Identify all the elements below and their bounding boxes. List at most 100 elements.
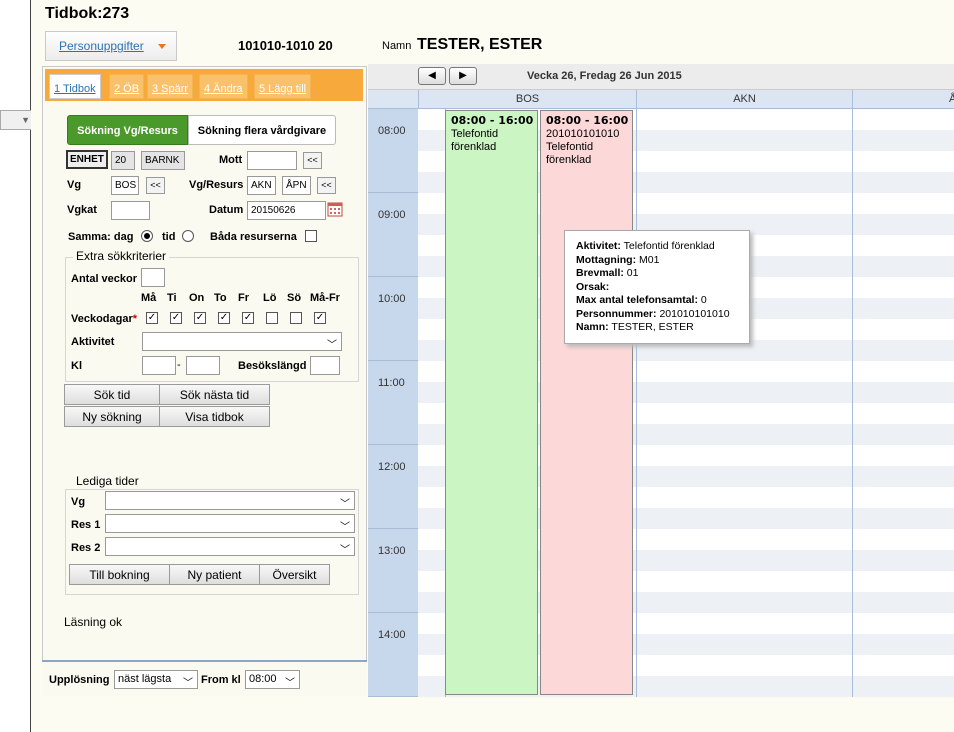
calendar-slot[interactable] [852,382,954,403]
weekday-checkbox[interactable] [290,312,302,324]
samma-dag-radio[interactable] [141,230,153,242]
calendar-slot[interactable] [636,130,852,151]
calendar-slot[interactable] [636,424,852,445]
lediga-vg-select[interactable]: ﹀ [105,491,355,510]
upplosning-select[interactable]: näst lägsta ﹀ [114,670,198,689]
weekday-checkbox[interactable]: ✓ [242,312,254,324]
calendar-slot[interactable] [636,676,852,697]
calendar-slot[interactable] [636,466,852,487]
calendar-slot[interactable] [852,256,954,277]
calendar-slot[interactable] [852,151,954,172]
kl-from-input[interactable] [142,356,176,375]
calendar-slot[interactable] [636,151,852,172]
calendar-slot[interactable] [852,172,954,193]
calendar-slot[interactable] [636,634,852,655]
calendar-slot[interactable] [636,445,852,466]
appointment-second[interactable]: 08:00 - 16:00 201010101010 Telefontid fö… [540,110,633,695]
calendar-slot[interactable] [852,277,954,298]
calendar-slot[interactable] [852,340,954,361]
calendar-slot[interactable] [852,130,954,151]
weekday-checkbox[interactable]: ✓ [170,312,182,324]
calendar-slot[interactable] [852,571,954,592]
oversikt-button[interactable]: Översikt [259,564,330,585]
vgresurs-lookup-button[interactable]: << [317,177,336,194]
kl-to-input[interactable] [186,356,220,375]
calendar-slot[interactable] [852,592,954,613]
vg-lookup-button[interactable]: << [146,177,165,194]
till-bokning-button[interactable]: Till bokning [69,564,170,585]
vgresurs-input-2[interactable]: ÅPN [282,176,311,195]
calendar-slot[interactable] [852,424,954,445]
calendar-slot[interactable] [636,172,852,193]
from-kl-select[interactable]: 08:00 ﹀ [245,670,300,689]
search-mode-multi[interactable]: Sökning flera vårdgivare [188,115,336,145]
mott-input[interactable] [247,151,297,170]
calendar-slot[interactable] [636,592,852,613]
calendar-slot[interactable] [852,487,954,508]
calendar-slot[interactable] [852,193,954,214]
calendar-slot[interactable] [852,445,954,466]
sok-nasta-tid-button[interactable]: Sök nästa tid [159,384,270,405]
calendar-slot[interactable] [636,382,852,403]
calendar-slot[interactable] [852,403,954,424]
calendar-icon[interactable] [327,201,343,217]
calendar-slot[interactable] [852,235,954,256]
calendar-slot[interactable] [636,550,852,571]
weekday-checkbox[interactable] [266,312,278,324]
bada-resurserna-checkbox[interactable] [305,230,317,242]
tab-andra[interactable]: 4 Ändra [199,74,248,99]
calendar-slot[interactable] [636,529,852,550]
column-header-bos: BOS [418,90,636,109]
calendar-slot[interactable] [852,655,954,676]
appointment-bos[interactable]: 08:00 - 16:00 Telefontid förenklad [445,110,538,695]
prev-day-button[interactable]: ◀ [418,67,446,85]
calendar-slot[interactable] [636,508,852,529]
personuppgifter-button[interactable]: Personuppgifter [45,31,177,61]
calendar-slot[interactable] [636,109,852,130]
weekday-checkbox[interactable]: ✓ [194,312,206,324]
vgkat-input[interactable] [111,201,150,220]
calendar-slot[interactable] [852,529,954,550]
calendar-slot[interactable] [852,634,954,655]
calendar-slot[interactable] [636,613,852,634]
ny-patient-button[interactable]: Ny patient [169,564,260,585]
tab-tidbok[interactable]: 1 Tidbok [49,74,101,99]
calendar-slot[interactable] [852,298,954,319]
samma-tid-radio[interactable] [182,230,194,242]
calendar-slot[interactable] [852,361,954,382]
calendar-slot[interactable] [636,487,852,508]
calendar-slot[interactable] [852,613,954,634]
tab-lagg-till[interactable]: 5 Lägg till [254,74,312,99]
calendar-slot[interactable] [852,319,954,340]
mott-lookup-button[interactable]: << [303,152,322,169]
sok-tid-button[interactable]: Sök tid [64,384,160,405]
calendar-slot[interactable] [852,214,954,235]
weekday-checkbox[interactable]: ✓ [314,312,326,324]
aktivitet-select[interactable]: ﹀ [142,332,342,351]
ny-sokning-button[interactable]: Ny sökning [64,406,160,427]
calendar-slot[interactable] [636,655,852,676]
search-mode-vg-resurs[interactable]: Sökning Vg/Resurs [67,115,188,145]
calendar-slot[interactable] [852,550,954,571]
calendar-slot[interactable] [636,361,852,382]
besokslangd-input[interactable] [310,356,340,375]
calendar-slot[interactable] [852,676,954,697]
res1-select[interactable]: ﹀ [105,514,355,533]
datum-input[interactable]: 20150626 [247,201,326,220]
tab-sparr[interactable]: 3 Spärr [147,74,194,99]
calendar-slot[interactable] [852,466,954,487]
vgresurs-input-1[interactable]: AKN [247,176,276,195]
tab-ob[interactable]: 2 ÖB [109,74,145,99]
visa-tidbok-button[interactable]: Visa tidbok [159,406,270,427]
calendar-slot[interactable] [852,109,954,130]
calendar-slot[interactable] [636,193,852,214]
weekday-checkbox[interactable]: ✓ [146,312,158,324]
weekday-checkbox[interactable]: ✓ [218,312,230,324]
next-day-button[interactable]: ▶ [449,67,477,85]
calendar-slot[interactable] [636,403,852,424]
calendar-slot[interactable] [636,571,852,592]
antal-veckor-input[interactable] [141,268,165,287]
res2-select[interactable]: ﹀ [105,537,355,556]
vg-input[interactable]: BOS [111,176,139,195]
calendar-slot[interactable] [852,508,954,529]
